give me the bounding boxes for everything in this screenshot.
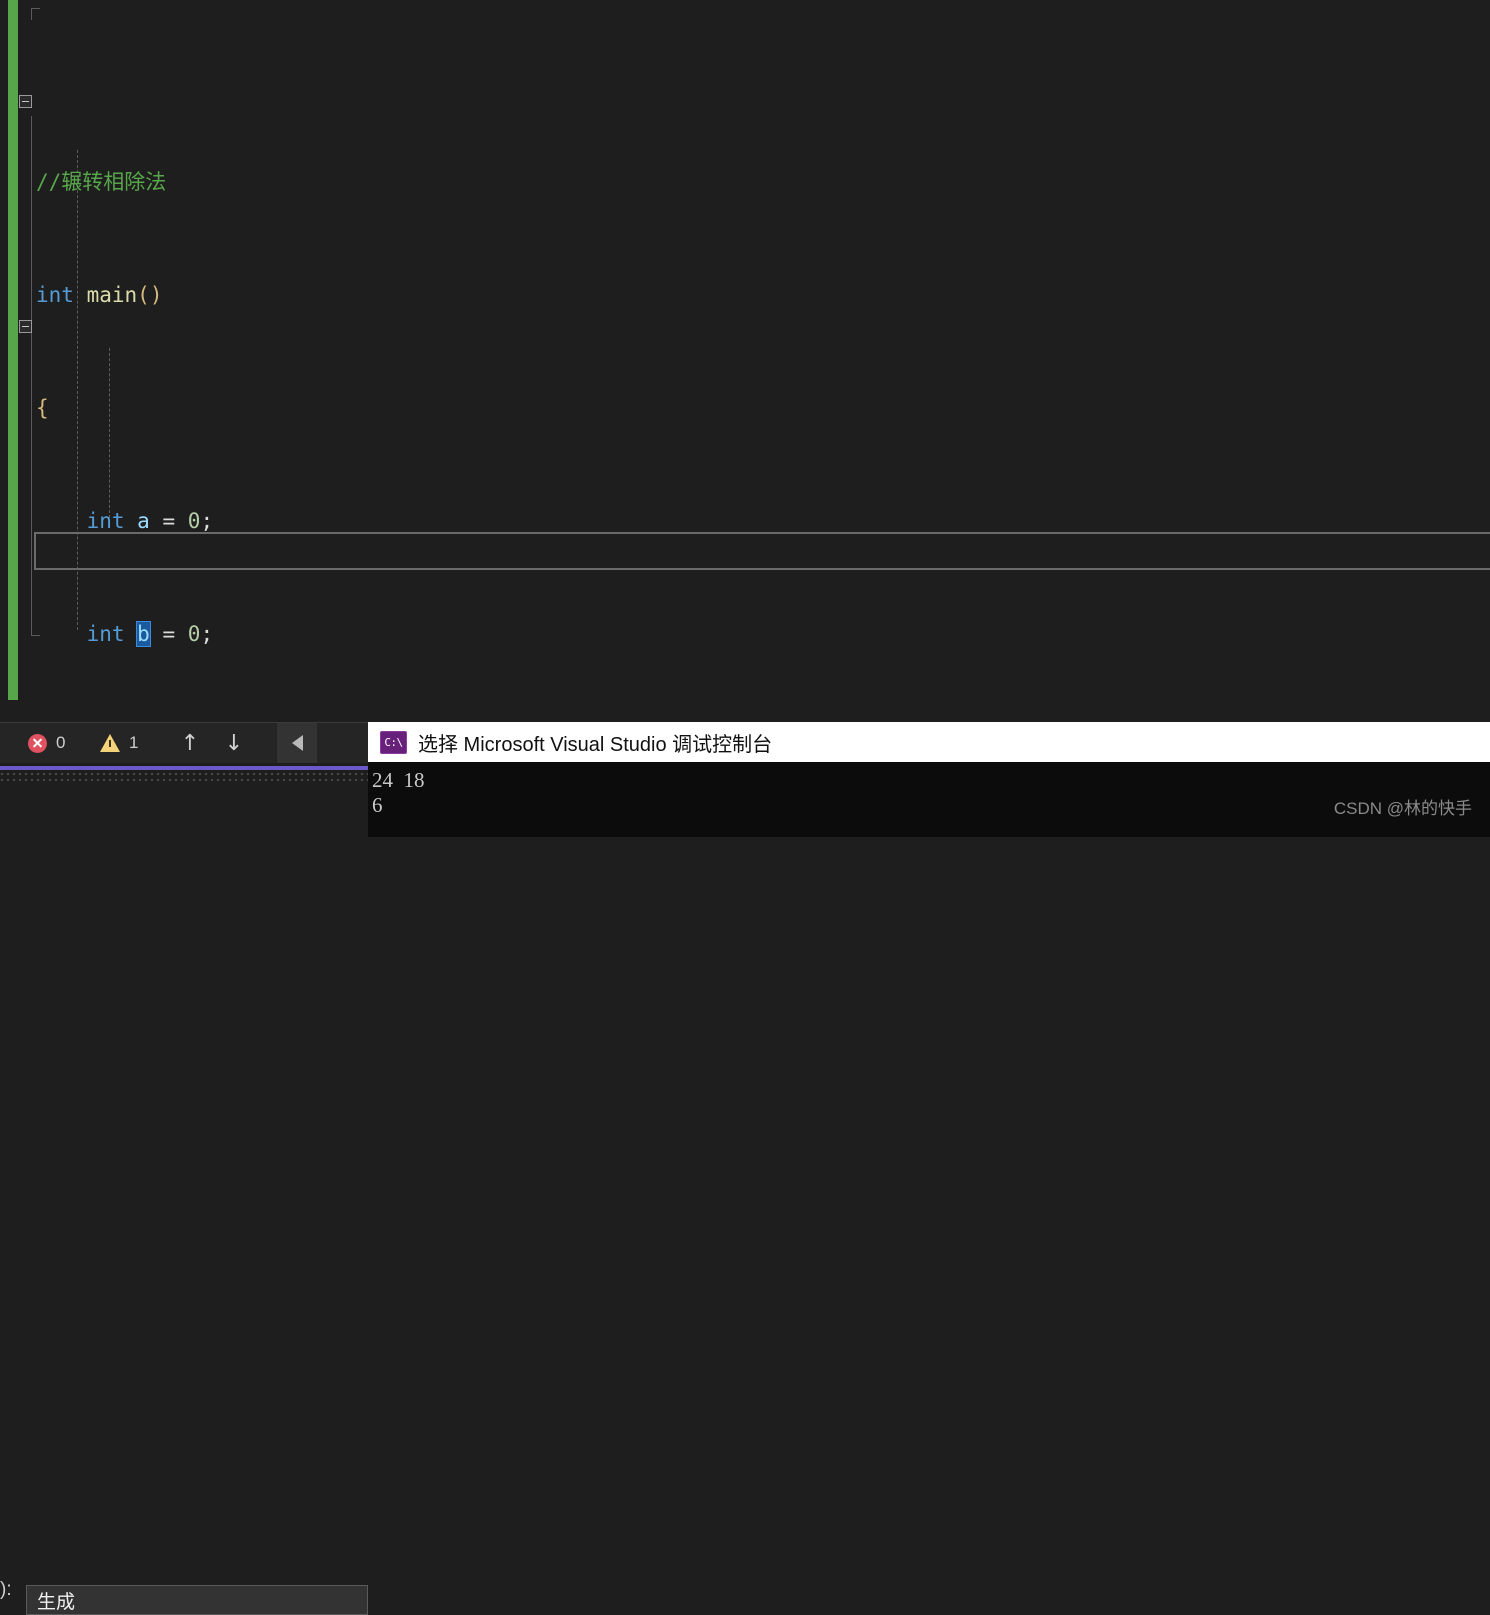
previous-item-button[interactable]: ↑ — [170, 723, 210, 763]
code-token-zero-a: 0 — [187, 508, 201, 533]
code-line-partial-top: //·· — [36, 75, 378, 89]
debug-console-output[interactable]: 24 18 6 — [368, 762, 1490, 837]
build-output-selector[interactable]: 生成 — [26, 1585, 368, 1615]
error-count-label: 0 — [56, 733, 66, 752]
code-line-4: int a = 0; — [36, 503, 378, 541]
code-line-5: int b = 0; — [36, 616, 378, 654]
code-token-int-b: int — [86, 621, 125, 646]
change-indicator-bar — [8, 0, 18, 700]
code-token-assign: = — [162, 621, 176, 646]
code-token-assign: = — [162, 508, 176, 533]
code-token-main: main — [86, 283, 138, 308]
output-source-truncated-label: ): — [0, 1579, 12, 1600]
console-output-line-1: 24 18 — [372, 768, 425, 792]
collapse-panel-button[interactable] — [277, 723, 317, 763]
debug-console-titlebar[interactable]: C:\ 选择 Microsoft Visual Studio 调试控制台 — [368, 722, 1490, 762]
outline-guide-line — [31, 116, 32, 636]
code-token-int-main: int — [36, 283, 74, 308]
code-line-2: int main() — [36, 277, 378, 315]
error-count-group[interactable]: 0 — [28, 723, 65, 763]
code-line-1: //辗转相除法 — [36, 164, 378, 202]
outline-guide-top — [31, 8, 32, 20]
build-output-selector-value: 生成 — [37, 1591, 76, 1613]
code-token-int-a: int — [86, 508, 125, 533]
watermark: CSDN @林的快手 — [1333, 799, 1472, 818]
console-output-line-2: 6 — [372, 793, 383, 817]
warning-count-group[interactable]: 1 — [100, 723, 138, 763]
chevron-left-icon — [291, 735, 303, 751]
code-token-paren: () — [137, 283, 163, 308]
next-item-button[interactable]: ↓ — [214, 723, 254, 763]
code-token-var-b-decl: b — [136, 620, 151, 647]
code-token-zero-b: 0 — [187, 621, 201, 646]
error-circle-icon — [28, 733, 47, 753]
console-icon: C:\ — [380, 730, 407, 754]
warning-triangle-icon — [100, 734, 120, 752]
code-token-var-a: a — [137, 508, 150, 533]
code-token-comment: //辗转相除法 — [36, 170, 167, 195]
code-token-semicolon: ; — [200, 508, 214, 533]
code-token-semicolon: ; — [200, 621, 214, 646]
collapse-toggle-while[interactable] — [19, 320, 32, 333]
collapse-toggle-main[interactable] — [19, 95, 32, 108]
code-text[interactable]: //·· //辗转相除法 int main() { int a = 0; int… — [36, 0, 378, 720]
code-token-open-brace: { — [36, 395, 49, 420]
code-line-3: { — [36, 390, 378, 428]
debug-console-title: 选择 Microsoft Visual Studio 调试控制台 — [418, 733, 773, 756]
warning-count-label: 1 — [129, 733, 139, 752]
debug-console-window[interactable]: C:\ 选择 Microsoft Visual Studio 调试控制台 24 … — [368, 722, 1490, 837]
code-editor[interactable]: //·· //辗转相除法 int main() { int a = 0; int… — [0, 0, 1490, 720]
